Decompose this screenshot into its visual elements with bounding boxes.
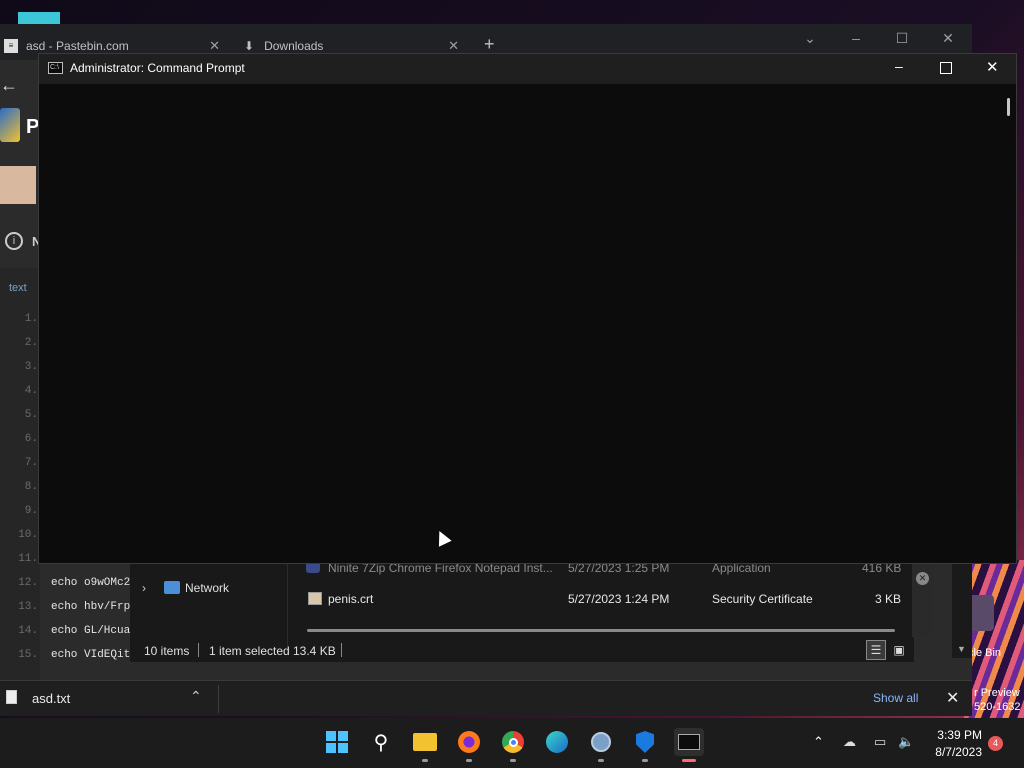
line-number: 7. — [24, 457, 38, 469]
status-selected: 1 item selected — [209, 644, 290, 658]
pastebin-icon: ≡ — [4, 39, 18, 53]
network-status-icon[interactable]: ▭ — [874, 734, 886, 750]
code-line: echo o9wOMc2 — [51, 577, 131, 589]
download-file-name[interactable]: asd.txt — [32, 691, 70, 706]
new-tab-button[interactable]: + — [484, 34, 495, 55]
nav-pane: › Network — [130, 562, 288, 650]
network-icon — [164, 581, 180, 594]
recycle-bin-label[interactable]: cle Bin — [968, 647, 1001, 659]
close-icon[interactable]: ✕ — [986, 58, 999, 76]
maximize-icon[interactable]: ☐ — [892, 30, 912, 47]
chrome-icon[interactable] — [499, 728, 527, 762]
firefox-icon[interactable] — [455, 728, 483, 762]
line-number: 11. — [18, 553, 38, 565]
download-bar: asd.txt ⌃ Show all ✕ — [0, 680, 972, 716]
line-number: 6. — [24, 433, 38, 445]
vertical-scrollbar[interactable]: ▼ — [952, 562, 972, 658]
certificate-icon — [308, 592, 322, 605]
file-icon — [6, 690, 17, 704]
line-number: 2. — [24, 337, 38, 349]
file-explorer-icon[interactable] — [411, 728, 439, 762]
settings-globe-icon[interactable] — [587, 728, 615, 762]
minimize-icon[interactable]: – — [895, 58, 903, 74]
divider — [218, 685, 219, 713]
syntax-label: text — [9, 282, 27, 294]
code-line: echo GL/Hcua — [51, 625, 131, 637]
cmd-icon: C:\ — [48, 62, 63, 74]
avatar[interactable] — [0, 166, 36, 204]
cmd-title: Administrator: Command Prompt — [70, 61, 245, 75]
horizontal-scrollbar[interactable] — [307, 629, 895, 632]
file-name[interactable]: penis.crt — [328, 592, 373, 606]
volume-icon[interactable]: 🔈 — [898, 734, 914, 750]
code-line: echo hbv/Frp — [51, 601, 131, 613]
search-icon[interactable]: ⚲ — [367, 728, 395, 756]
line-number: 5. — [24, 409, 38, 421]
line-number: 4. — [24, 385, 38, 397]
line-number: 9. — [24, 505, 38, 517]
preview-view-icon[interactable]: ▣ — [890, 641, 908, 659]
close-icon[interactable]: ✕ — [938, 30, 958, 47]
taskbar: ⚲ ⌃ ☁ ▭ 🔈 3:39 PM 8/7/2023 4 — [0, 718, 1024, 768]
watermark-line-2: 520-1632 — [974, 701, 1021, 713]
cmd-title-bar[interactable]: C:\ Administrator: Command Prompt – ✕ — [39, 54, 1016, 84]
windows-start-icon[interactable] — [323, 728, 351, 756]
close-download-bar-icon[interactable]: ✕ — [946, 688, 959, 708]
app-swirl-icon[interactable] — [543, 728, 571, 756]
tab-title: Downloads — [264, 39, 324, 53]
cmd-scrollbar-thumb[interactable] — [1007, 98, 1010, 116]
scroll-down-icon[interactable]: ▼ — [957, 644, 966, 654]
chevron-up-icon[interactable]: ⌃ — [813, 734, 824, 750]
status-item-count: 10 items — [144, 644, 190, 658]
file-date: 5/27/2023 1:24 PM — [568, 592, 670, 606]
details-view-icon[interactable]: ☰ — [866, 640, 886, 660]
cmd-console[interactable] — [39, 84, 1016, 563]
maximize-icon[interactable] — [940, 62, 952, 74]
code-line: echo VIdEQit — [51, 649, 131, 661]
close-tab-icon[interactable]: ✕ — [448, 38, 459, 54]
command-prompt-taskbar-icon[interactable] — [674, 728, 704, 762]
line-number: 10. — [18, 529, 38, 541]
line-number: 8. — [24, 481, 38, 493]
close-circle-icon[interactable]: ✕ — [916, 572, 929, 585]
download-icon: ⬇ — [244, 39, 255, 53]
chevron-right-icon[interactable]: › — [142, 581, 146, 595]
minimize-icon[interactable]: – — [846, 30, 866, 46]
code-gutter — [0, 268, 40, 680]
file-size: 3 KB — [875, 592, 902, 606]
explorer-side-panel: ✕ — [912, 562, 934, 637]
notification-badge[interactable]: 4 — [988, 736, 1003, 751]
close-tab-icon[interactable]: ✕ — [209, 38, 220, 54]
onedrive-icon[interactable]: ☁ — [843, 734, 856, 750]
clock-time[interactable]: 3:39 PM — [932, 728, 982, 742]
line-number: 3. — [24, 361, 38, 373]
file-explorer-window: › Network Ninite 7Zip Chrome Firefox Not… — [130, 561, 914, 662]
tab-title: asd - Pastebin.com — [26, 39, 129, 53]
desktop-highlight — [18, 12, 60, 24]
show-all-link[interactable]: Show all — [873, 691, 918, 705]
build-watermark: r Preview 520-1632 — [974, 686, 1021, 714]
back-arrow-icon[interactable]: ← — [0, 75, 18, 96]
line-number: 15. — [18, 649, 38, 661]
line-number: 14. — [18, 625, 38, 637]
pastebin-logo-icon[interactable] — [0, 108, 20, 142]
status-size: 13.4 KB — [293, 644, 336, 658]
chevron-up-icon[interactable]: ⌃ — [190, 688, 202, 705]
watermark-line-1: r Preview — [974, 687, 1020, 699]
security-shield-icon[interactable] — [631, 728, 659, 762]
file-type: Security Certificate — [712, 592, 813, 606]
divider — [341, 643, 342, 657]
clock-date[interactable]: 8/7/2023 — [932, 745, 982, 759]
line-number: 1. — [24, 313, 38, 325]
command-prompt-window: C:\ Administrator: Command Prompt – ✕ — [38, 53, 1017, 564]
line-number: 12. — [18, 577, 38, 589]
tab-search-icon[interactable]: ⌄ — [800, 30, 820, 47]
nav-item-network[interactable]: Network — [185, 581, 229, 595]
divider — [198, 643, 199, 657]
info-icon: i — [5, 232, 23, 250]
line-number: 13. — [18, 601, 38, 613]
